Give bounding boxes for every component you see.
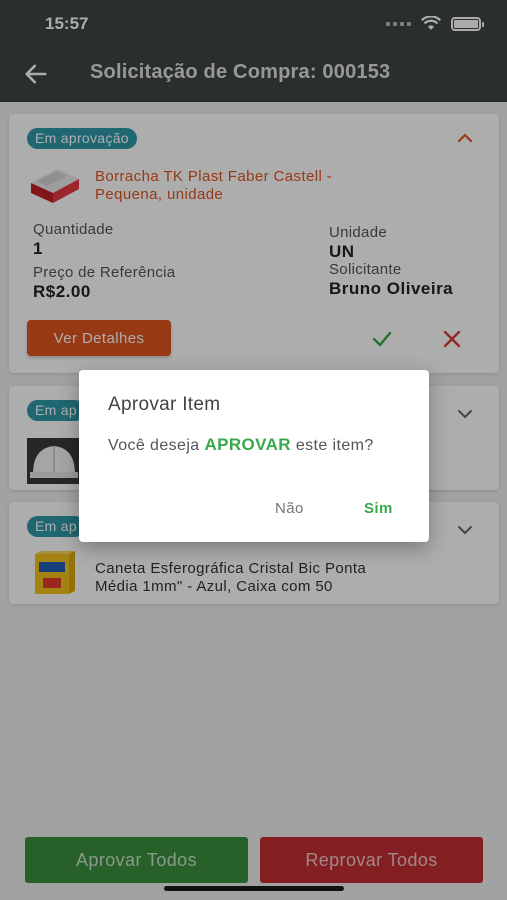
dialog-no-button[interactable]: Não [275,500,304,517]
dialog-message-suffix: este item? [290,437,374,454]
dialog-yes-button[interactable]: Sim [364,500,393,517]
dialog-title: Aprovar Item [108,394,221,415]
dialog-message: Você deseja APROVAR este item? [108,435,374,455]
approve-dialog: Aprovar Item Você deseja APROVAR este it… [79,370,429,542]
dialog-message-highlight: APROVAR [204,435,291,454]
home-indicator [164,886,344,891]
dialog-message-prefix: Você deseja [108,437,205,454]
